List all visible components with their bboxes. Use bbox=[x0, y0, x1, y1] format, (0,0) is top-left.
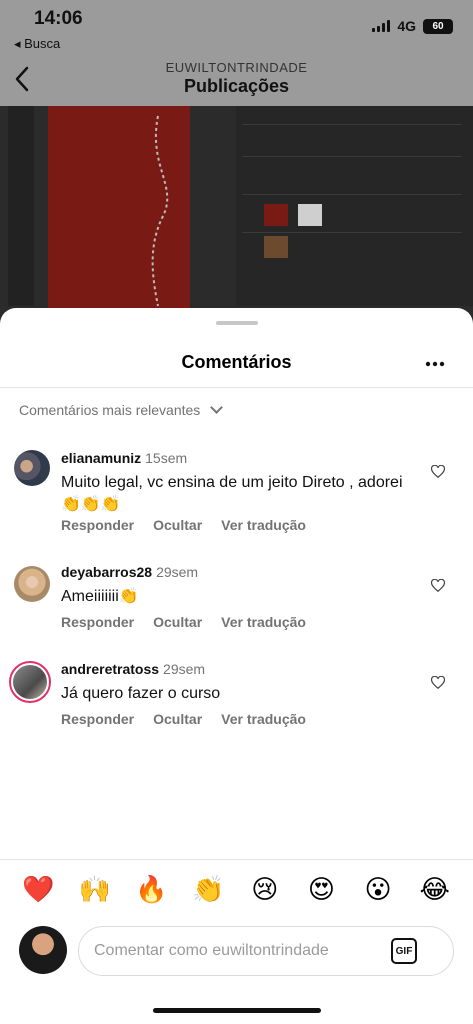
post-image bbox=[0, 106, 473, 336]
page-header: EUWILTONTRINDADE Publicações bbox=[0, 58, 473, 106]
battery-icon: 60 bbox=[423, 18, 453, 34]
editor-layers-panel-image bbox=[236, 106, 473, 306]
reaction-heart-eyes[interactable]: 😍 bbox=[301, 874, 341, 905]
divider bbox=[0, 387, 473, 388]
comment-time: 29sem bbox=[163, 661, 206, 677]
reaction-crying[interactable]: 😢 bbox=[245, 874, 285, 905]
comment-username[interactable]: andreretratoss bbox=[61, 661, 159, 677]
chevron-down-icon bbox=[210, 401, 224, 414]
sort-label: Comentários mais relevantes bbox=[19, 402, 201, 418]
translate-button[interactable]: Ver tradução bbox=[221, 614, 306, 630]
editor-canvas-image bbox=[48, 106, 190, 316]
comment-actions: Responder Ocultar Ver tradução bbox=[61, 614, 306, 630]
editor-toolbar-image bbox=[8, 106, 34, 306]
hide-button[interactable]: Ocultar bbox=[153, 614, 202, 630]
sheet-title: Comentários bbox=[181, 352, 292, 372]
hide-button[interactable]: Ocultar bbox=[153, 711, 202, 727]
divider bbox=[0, 859, 473, 860]
ellipsis-icon[interactable] bbox=[425, 354, 445, 368]
back-to-app-link[interactable]: ◂ Busca bbox=[14, 36, 60, 52]
avatar[interactable] bbox=[14, 566, 50, 602]
sheet-grabber[interactable] bbox=[216, 321, 258, 325]
comment-header: elianamuniz 15sem bbox=[61, 450, 187, 466]
comment-text: Muito legal, vc ensina de um jeito Diret… bbox=[61, 474, 403, 513]
comment-actions: Responder Ocultar Ver tradução bbox=[61, 517, 306, 533]
clock: 14:06 bbox=[34, 8, 83, 29]
reaction-clap[interactable]: 👏 bbox=[188, 874, 228, 905]
battery-level: 60 bbox=[432, 20, 444, 32]
heart-icon[interactable] bbox=[431, 465, 445, 479]
avatar[interactable] bbox=[9, 661, 51, 703]
comment-header: deyabarros28 29sem bbox=[61, 564, 198, 580]
gif-label: GIF bbox=[395, 945, 413, 957]
reaction-bar: ❤️ 🙌 🔥 👏 😢 😍 😮 😂 bbox=[0, 874, 473, 905]
reply-button[interactable]: Responder bbox=[61, 711, 134, 727]
comment-username[interactable]: deyabarros28 bbox=[61, 564, 152, 580]
reaction-surprised[interactable]: 😮 bbox=[358, 874, 398, 905]
translate-button[interactable]: Ver tradução bbox=[221, 517, 306, 533]
status-indicators: 4G 60 bbox=[372, 18, 453, 34]
reaction-heart[interactable]: ❤️ bbox=[18, 874, 58, 905]
avatar-image bbox=[13, 665, 47, 699]
account-name: EUWILTONTRINDADE bbox=[165, 60, 308, 75]
comment-time: 29sem bbox=[156, 564, 199, 580]
reply-button[interactable]: Responder bbox=[61, 614, 134, 630]
current-user-avatar bbox=[19, 926, 67, 974]
reaction-laughing[interactable]: 😂 bbox=[415, 874, 455, 905]
signal-icon bbox=[372, 20, 391, 32]
comment-header: andreretratoss 29sem bbox=[61, 661, 205, 677]
comment-time: 15sem bbox=[145, 450, 188, 466]
reply-button[interactable]: Responder bbox=[61, 517, 134, 533]
reaction-raised-hands[interactable]: 🙌 bbox=[75, 874, 115, 905]
comment-text: Já quero fazer o curso bbox=[61, 685, 221, 702]
comment-actions: Responder Ocultar Ver tradução bbox=[61, 711, 306, 727]
gif-icon[interactable]: GIF bbox=[391, 938, 417, 964]
hide-button[interactable]: Ocultar bbox=[153, 517, 202, 533]
comments-sheet: Comentários Comentários mais relevantes … bbox=[0, 308, 473, 1024]
comment-username[interactable]: elianamuniz bbox=[61, 450, 141, 466]
avatar[interactable] bbox=[14, 450, 50, 486]
sort-dropdown[interactable]: Comentários mais relevantes bbox=[19, 401, 224, 418]
status-bar: 14:06 ◂ Busca 4G 60 bbox=[0, 0, 473, 58]
reaction-fire[interactable]: 🔥 bbox=[132, 874, 172, 905]
network-label: 4G bbox=[397, 18, 416, 34]
heart-icon[interactable] bbox=[431, 676, 445, 690]
translate-button[interactable]: Ver tradução bbox=[221, 711, 306, 727]
comment-text: Ameiiiiiii👏 bbox=[61, 588, 139, 605]
home-indicator bbox=[153, 1008, 321, 1013]
page-title: Publicações bbox=[183, 76, 290, 96]
heart-icon[interactable] bbox=[431, 579, 445, 593]
